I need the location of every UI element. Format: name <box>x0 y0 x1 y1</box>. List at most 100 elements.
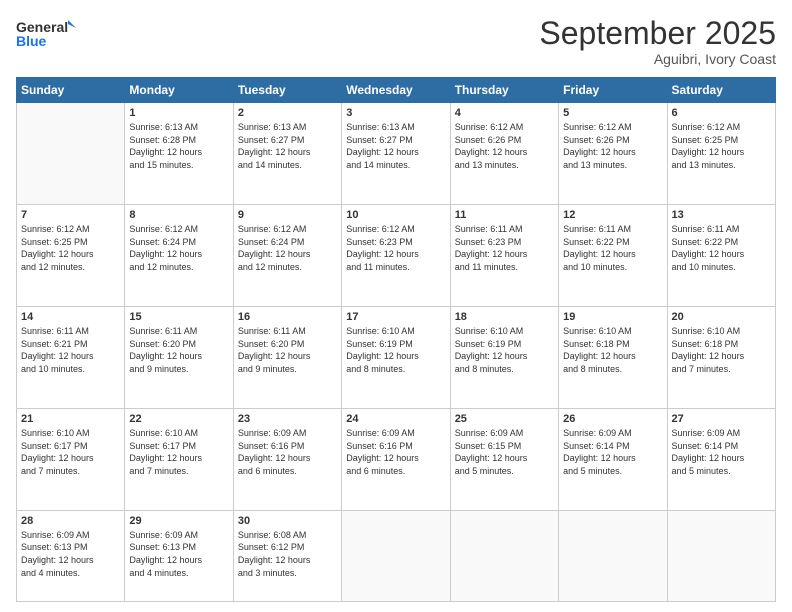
day-info: Sunrise: 6:12 AM Sunset: 6:24 PM Dayligh… <box>129 223 228 273</box>
day-number: 18 <box>455 311 554 323</box>
day-cell-11: 11 Sunrise: 6:11 AM Sunset: 6:23 PM Dayli… <box>450 205 558 307</box>
day-info: Sunrise: 6:13 AM Sunset: 6:27 PM Dayligh… <box>346 121 445 171</box>
day-cell-22: 22 Sunrise: 6:10 AM Sunset: 6:17 PM Dayli… <box>125 408 233 510</box>
day-cell-15: 15 Sunrise: 6:11 AM Sunset: 6:20 PM Dayli… <box>125 307 233 409</box>
day-number: 4 <box>455 107 554 119</box>
day-number: 16 <box>238 311 337 323</box>
day-cell-23: 23 Sunrise: 6:09 AM Sunset: 6:16 PM Dayli… <box>233 408 341 510</box>
day-info: Sunrise: 6:12 AM Sunset: 6:24 PM Dayligh… <box>238 223 337 273</box>
day-cell-16: 16 Sunrise: 6:11 AM Sunset: 6:20 PM Dayli… <box>233 307 341 409</box>
day-info: Sunrise: 6:09 AM Sunset: 6:16 PM Dayligh… <box>346 427 445 477</box>
day-number: 12 <box>563 209 662 221</box>
dow-header-tuesday: Tuesday <box>233 78 341 103</box>
day-info: Sunrise: 6:10 AM Sunset: 6:17 PM Dayligh… <box>21 427 120 477</box>
calendar-table: SundayMondayTuesdayWednesdayThursdayFrid… <box>16 77 776 602</box>
day-cell-4: 4 Sunrise: 6:12 AM Sunset: 6:26 PM Daylig… <box>450 103 558 205</box>
day-number: 27 <box>672 413 771 425</box>
day-info: Sunrise: 6:09 AM Sunset: 6:16 PM Dayligh… <box>238 427 337 477</box>
day-cell-24: 24 Sunrise: 6:09 AM Sunset: 6:16 PM Dayli… <box>342 408 450 510</box>
day-number: 17 <box>346 311 445 323</box>
day-cell-26: 26 Sunrise: 6:09 AM Sunset: 6:14 PM Dayli… <box>559 408 667 510</box>
day-info: Sunrise: 6:11 AM Sunset: 6:22 PM Dayligh… <box>672 223 771 273</box>
day-number: 15 <box>129 311 228 323</box>
title-block: September 2025 Aguibri, Ivory Coast <box>539 16 776 67</box>
day-number: 29 <box>129 515 228 527</box>
day-number: 7 <box>21 209 120 221</box>
day-number: 10 <box>346 209 445 221</box>
day-cell-10: 10Sunrise: 6:12 AM Sunset: 6:23 PM Dayli… <box>342 205 450 307</box>
day-number: 11 <box>455 209 554 221</box>
day-cell-2: 2Sunrise: 6:13 AM Sunset: 6:27 PM Daylig… <box>233 103 341 205</box>
day-cell-7: 7 Sunrise: 6:12 AM Sunset: 6:25 PM Daylig… <box>17 205 125 307</box>
day-cell-14: 14Sunrise: 6:11 AM Sunset: 6:21 PM Dayli… <box>17 307 125 409</box>
day-info: Sunrise: 6:09 AM Sunset: 6:14 PM Dayligh… <box>672 427 771 477</box>
day-cell-12: 12 Sunrise: 6:11 AM Sunset: 6:22 PM Dayli… <box>559 205 667 307</box>
dow-header-friday: Friday <box>559 78 667 103</box>
day-number: 22 <box>129 413 228 425</box>
empty-cell <box>450 510 558 601</box>
day-cell-27: 27 Sunrise: 6:09 AM Sunset: 6:14 PM Dayli… <box>667 408 775 510</box>
day-info: Sunrise: 6:11 AM Sunset: 6:20 PM Dayligh… <box>129 325 228 375</box>
day-info: Sunrise: 6:12 AM Sunset: 6:26 PM Dayligh… <box>455 121 554 171</box>
location-subtitle: Aguibri, Ivory Coast <box>539 51 776 67</box>
day-cell-9: 9 Sunrise: 6:12 AM Sunset: 6:24 PM Daylig… <box>233 205 341 307</box>
logo-svg: General Blue <box>16 16 76 52</box>
empty-cell <box>559 510 667 601</box>
dow-header-monday: Monday <box>125 78 233 103</box>
day-number: 21 <box>21 413 120 425</box>
day-cell-5: 5 Sunrise: 6:12 AM Sunset: 6:26 PM Daylig… <box>559 103 667 205</box>
day-info: Sunrise: 6:10 AM Sunset: 6:18 PM Dayligh… <box>672 325 771 375</box>
day-cell-3: 3 Sunrise: 6:13 AM Sunset: 6:27 PM Daylig… <box>342 103 450 205</box>
day-info: Sunrise: 6:10 AM Sunset: 6:18 PM Dayligh… <box>563 325 662 375</box>
day-number: 3 <box>346 107 445 119</box>
day-number: 26 <box>563 413 662 425</box>
day-number: 23 <box>238 413 337 425</box>
day-cell-29: 29 Sunrise: 6:09 AM Sunset: 6:13 PM Dayli… <box>125 510 233 601</box>
day-info: Sunrise: 6:09 AM Sunset: 6:13 PM Dayligh… <box>129 529 228 579</box>
dow-header-sunday: Sunday <box>17 78 125 103</box>
logo: General Blue <box>16 16 76 52</box>
day-cell-13: 13 Sunrise: 6:11 AM Sunset: 6:22 PM Dayli… <box>667 205 775 307</box>
day-cell-8: 8 Sunrise: 6:12 AM Sunset: 6:24 PM Daylig… <box>125 205 233 307</box>
day-number: 28 <box>21 515 120 527</box>
day-info: Sunrise: 6:10 AM Sunset: 6:19 PM Dayligh… <box>455 325 554 375</box>
day-number: 24 <box>346 413 445 425</box>
day-info: Sunrise: 6:09 AM Sunset: 6:14 PM Dayligh… <box>563 427 662 477</box>
empty-cell <box>667 510 775 601</box>
day-cell-18: 18 Sunrise: 6:10 AM Sunset: 6:19 PM Dayli… <box>450 307 558 409</box>
day-info: Sunrise: 6:12 AM Sunset: 6:25 PM Dayligh… <box>21 223 120 273</box>
day-info: Sunrise: 6:09 AM Sunset: 6:15 PM Dayligh… <box>455 427 554 477</box>
day-cell-21: 21 Sunrise: 6:10 AM Sunset: 6:17 PM Dayli… <box>17 408 125 510</box>
day-info: Sunrise: 6:08 AM Sunset: 6:12 PM Dayligh… <box>238 529 337 579</box>
day-cell-1: 1 Sunrise: 6:13 AM Sunset: 6:28 PM Daylig… <box>125 103 233 205</box>
day-cell-30: 30 Sunrise: 6:08 AM Sunset: 6:12 PM Dayli… <box>233 510 341 601</box>
day-number: 8 <box>129 209 228 221</box>
day-info: Sunrise: 6:10 AM Sunset: 6:19 PM Dayligh… <box>346 325 445 375</box>
day-number: 19 <box>563 311 662 323</box>
dow-header-saturday: Saturday <box>667 78 775 103</box>
day-number: 9 <box>238 209 337 221</box>
day-info: Sunrise: 6:12 AM Sunset: 6:25 PM Dayligh… <box>672 121 771 171</box>
day-number: 1 <box>129 107 228 119</box>
day-number: 6 <box>672 107 771 119</box>
empty-cell <box>342 510 450 601</box>
day-number: 5 <box>563 107 662 119</box>
day-info: Sunrise: 6:11 AM Sunset: 6:20 PM Dayligh… <box>238 325 337 375</box>
day-cell-20: 20 Sunrise: 6:10 AM Sunset: 6:18 PM Dayli… <box>667 307 775 409</box>
day-info: Sunrise: 6:10 AM Sunset: 6:17 PM Dayligh… <box>129 427 228 477</box>
day-number: 13 <box>672 209 771 221</box>
day-cell-19: 19 Sunrise: 6:10 AM Sunset: 6:18 PM Dayli… <box>559 307 667 409</box>
day-number: 30 <box>238 515 337 527</box>
day-info: Sunrise: 6:13 AM Sunset: 6:28 PM Dayligh… <box>129 121 228 171</box>
day-info: Sunrise: 6:13 AM Sunset: 6:27 PM Dayligh… <box>238 121 337 171</box>
day-number: 25 <box>455 413 554 425</box>
day-cell-6: 6 Sunrise: 6:12 AM Sunset: 6:25 PM Daylig… <box>667 103 775 205</box>
day-info: Sunrise: 6:12 AM Sunset: 6:26 PM Dayligh… <box>563 121 662 171</box>
day-info: Sunrise: 6:09 AM Sunset: 6:13 PM Dayligh… <box>21 529 120 579</box>
day-cell-17: 17 Sunrise: 6:10 AM Sunset: 6:19 PM Dayli… <box>342 307 450 409</box>
dow-header-wednesday: Wednesday <box>342 78 450 103</box>
day-info: Sunrise: 6:11 AM Sunset: 6:23 PM Dayligh… <box>455 223 554 273</box>
day-number: 20 <box>672 311 771 323</box>
day-info: Sunrise: 6:11 AM Sunset: 6:22 PM Dayligh… <box>563 223 662 273</box>
day-number: 14 <box>21 311 120 323</box>
